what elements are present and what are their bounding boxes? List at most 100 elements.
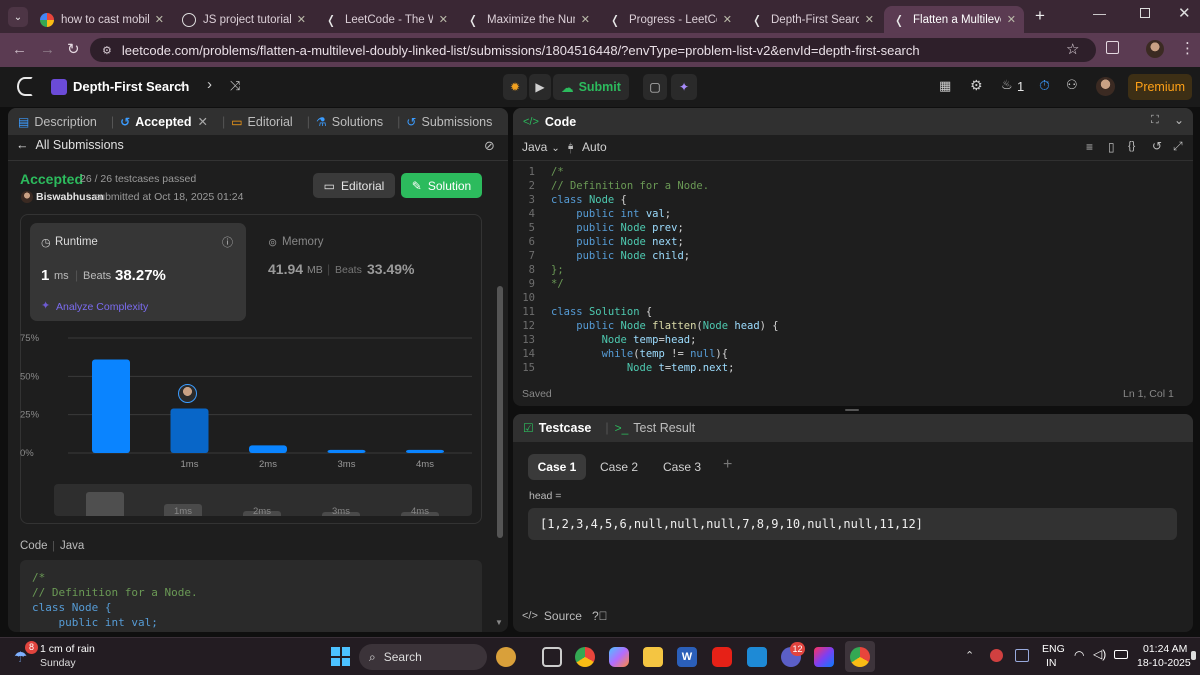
code-editor[interactable]: 1/* 2// Definition for a Node. 3 class No…	[513, 165, 1193, 375]
new-tab-button[interactable]: +	[1031, 7, 1049, 26]
restore-window-icon[interactable]	[1140, 8, 1150, 18]
maximize-icon[interactable]: ⛶	[1151, 114, 1159, 127]
wifi-icon[interactable]: ◠	[1074, 648, 1084, 662]
close-tab-icon[interactable]: ✕	[155, 13, 164, 26]
chrome-active-icon[interactable]	[850, 647, 870, 667]
add-friend-icon[interactable]: ⚇	[1066, 77, 1078, 93]
browser-menu-icon[interactable]: ⋮	[1180, 39, 1195, 57]
chrome-icon[interactable]	[575, 647, 595, 667]
close-window-icon[interactable]: ✕	[1178, 4, 1191, 22]
all-submissions-link[interactable]: ← All Submissions	[16, 138, 124, 152]
tray-app-icon[interactable]	[990, 649, 1003, 662]
word-icon[interactable]: W	[677, 647, 697, 667]
notification-icon[interactable]	[1191, 651, 1196, 660]
forward-icon[interactable]: →	[40, 41, 55, 58]
memory-card[interactable]: ⊚ Memory 41.94 MB | Beats 33.49%	[260, 223, 470, 321]
back-icon[interactable]: ←	[12, 41, 27, 58]
add-case-icon[interactable]: +	[723, 456, 732, 474]
tab-search-button[interactable]: ⌄	[8, 7, 28, 27]
browser-tab[interactable]: JS project tutorial ✕	[174, 6, 314, 33]
range-slider-handle[interactable]	[86, 492, 124, 516]
ai-assist-button[interactable]: ✦	[671, 74, 697, 100]
problem-list-icon[interactable]	[51, 79, 67, 95]
close-tab-icon[interactable]: ✕	[197, 114, 207, 129]
profile-avatar[interactable]	[1146, 40, 1164, 58]
close-tab-icon[interactable]: ✕	[581, 13, 590, 26]
shuffle-icon[interactable]: ⤨	[230, 78, 240, 94]
browser-tab[interactable]: ❬ Depth-First Search - ✕	[742, 6, 882, 33]
premium-button[interactable]: Premium	[1128, 74, 1192, 100]
chart-bar[interactable]	[92, 359, 130, 453]
analyze-complexity-link[interactable]: Analyze Complexity	[56, 301, 148, 313]
run-button[interactable]: ▶	[529, 74, 551, 100]
collapse-icon[interactable]: ⌄	[1174, 113, 1184, 127]
settings-gear-icon[interactable]: ⚙	[970, 77, 983, 94]
task-view-icon[interactable]	[542, 647, 562, 667]
browser-tab[interactable]: ❬ Maximize the Numbe ✕	[458, 6, 598, 33]
format-icon[interactable]: ≡	[1086, 140, 1093, 154]
intellij-icon[interactable]	[814, 647, 834, 667]
info-icon[interactable]: ⓘ	[222, 234, 233, 250]
volume-icon[interactable]: ◁)	[1093, 647, 1106, 661]
share-link-icon[interactable]: ⊘	[484, 138, 495, 154]
close-tab-icon[interactable]: ✕	[723, 13, 732, 26]
tab-submissions[interactable]: ↺ Submissions	[406, 115, 492, 129]
copilot-icon[interactable]	[609, 647, 629, 667]
input-language[interactable]: ENG	[1042, 643, 1065, 655]
chart-bar[interactable]	[249, 445, 287, 453]
tab-solutions[interactable]: ⚗ Solutions	[316, 115, 383, 129]
braces-icon[interactable]: {}	[1128, 140, 1135, 152]
clock-time[interactable]: 01:24 AM	[1143, 643, 1187, 655]
fullscreen-icon[interactable]: ⤢	[1173, 139, 1183, 154]
user-avatar[interactable]	[1096, 77, 1115, 96]
language-select[interactable]: Java ⌄	[522, 140, 560, 154]
file-explorer-icon[interactable]	[643, 647, 663, 667]
close-tab-icon[interactable]: ✕	[1007, 13, 1016, 26]
streak-fire-icon[interactable]: ♨	[1001, 77, 1013, 93]
reload-icon[interactable]: ↻	[67, 40, 80, 58]
youtube-icon[interactable]	[712, 647, 732, 667]
help-icon[interactable]: ?⃝	[592, 609, 608, 623]
close-tab-icon[interactable]: ✕	[439, 13, 448, 26]
left-panel-scrollbar[interactable]	[497, 286, 503, 538]
browser-tab[interactable]: ❬ LeetCode - The World ✕	[316, 6, 456, 33]
close-tab-icon[interactable]: ✕	[297, 13, 306, 26]
address-bar[interactable]: ⚙ leetcode.com/problems/flatten-a-multil…	[90, 38, 1096, 62]
start-button[interactable]	[331, 647, 350, 666]
runtime-card[interactable]: ◷ Runtime ⓘ 1 ms | Beats 38.27% ✦ Analyz…	[30, 223, 246, 321]
reset-icon[interactable]: ↺	[1152, 139, 1162, 153]
weather-text[interactable]: 1 cm of rain	[40, 643, 95, 655]
browser-tab[interactable]: how to cast mobile sc ✕	[32, 6, 172, 33]
tab-testcase[interactable]: ☑ Testcase	[523, 421, 591, 435]
tray-screen-icon[interactable]	[1015, 649, 1029, 662]
browser-tab[interactable]: ❬ Flatten a Multilevel D ✕	[884, 6, 1024, 33]
taskbar-search[interactable]: ⌕ Search	[359, 644, 487, 670]
next-problem-icon[interactable]: ›	[207, 76, 212, 93]
widgets-icon[interactable]	[496, 647, 516, 667]
range-slider[interactable]: 1ms 2ms 3ms 4ms	[54, 484, 472, 517]
submit-button[interactable]: ☁ Submit	[553, 74, 629, 100]
bookmark-icon[interactable]: ▯	[1108, 140, 1115, 154]
case-1-tab[interactable]: Case 1	[528, 454, 586, 480]
notes-button[interactable]: ▢	[643, 74, 667, 100]
submitted-code-block[interactable]: /* // Definition for a Node. class Node …	[20, 560, 482, 632]
tab-description[interactable]: ▤ Description	[18, 115, 97, 129]
problem-list-title[interactable]: Depth-First Search	[73, 79, 189, 94]
extensions-icon[interactable]	[1106, 41, 1119, 54]
chart-bar[interactable]	[327, 449, 366, 453]
editorial-button[interactable]: ▭ Editorial	[313, 173, 395, 198]
layout-icon[interactable]: ▦	[939, 78, 951, 94]
show-hidden-icons[interactable]: ⌃	[965, 649, 974, 662]
case-3-tab[interactable]: Case 3	[655, 454, 709, 480]
vscode-icon[interactable]	[747, 647, 767, 667]
scroll-down-icon[interactable]: ▼	[495, 618, 503, 627]
param-input[interactable]: [1,2,3,4,5,6,null,null,null,7,8,9,10,nul…	[528, 508, 1177, 540]
autocomplete-mode[interactable]: Auto	[582, 140, 607, 154]
tab-accepted[interactable]: ↺ Accepted ✕	[120, 114, 208, 130]
bookmark-star-icon[interactable]: ☆	[1066, 40, 1079, 58]
tab-editorial[interactable]: ▭ Editorial	[231, 115, 293, 129]
tab-test-result[interactable]: >_ Test Result	[615, 421, 696, 435]
battery-icon[interactable]	[1114, 650, 1128, 659]
debug-button[interactable]: ✹	[503, 74, 527, 100]
solution-button[interactable]: ✎ Solution	[401, 173, 482, 198]
